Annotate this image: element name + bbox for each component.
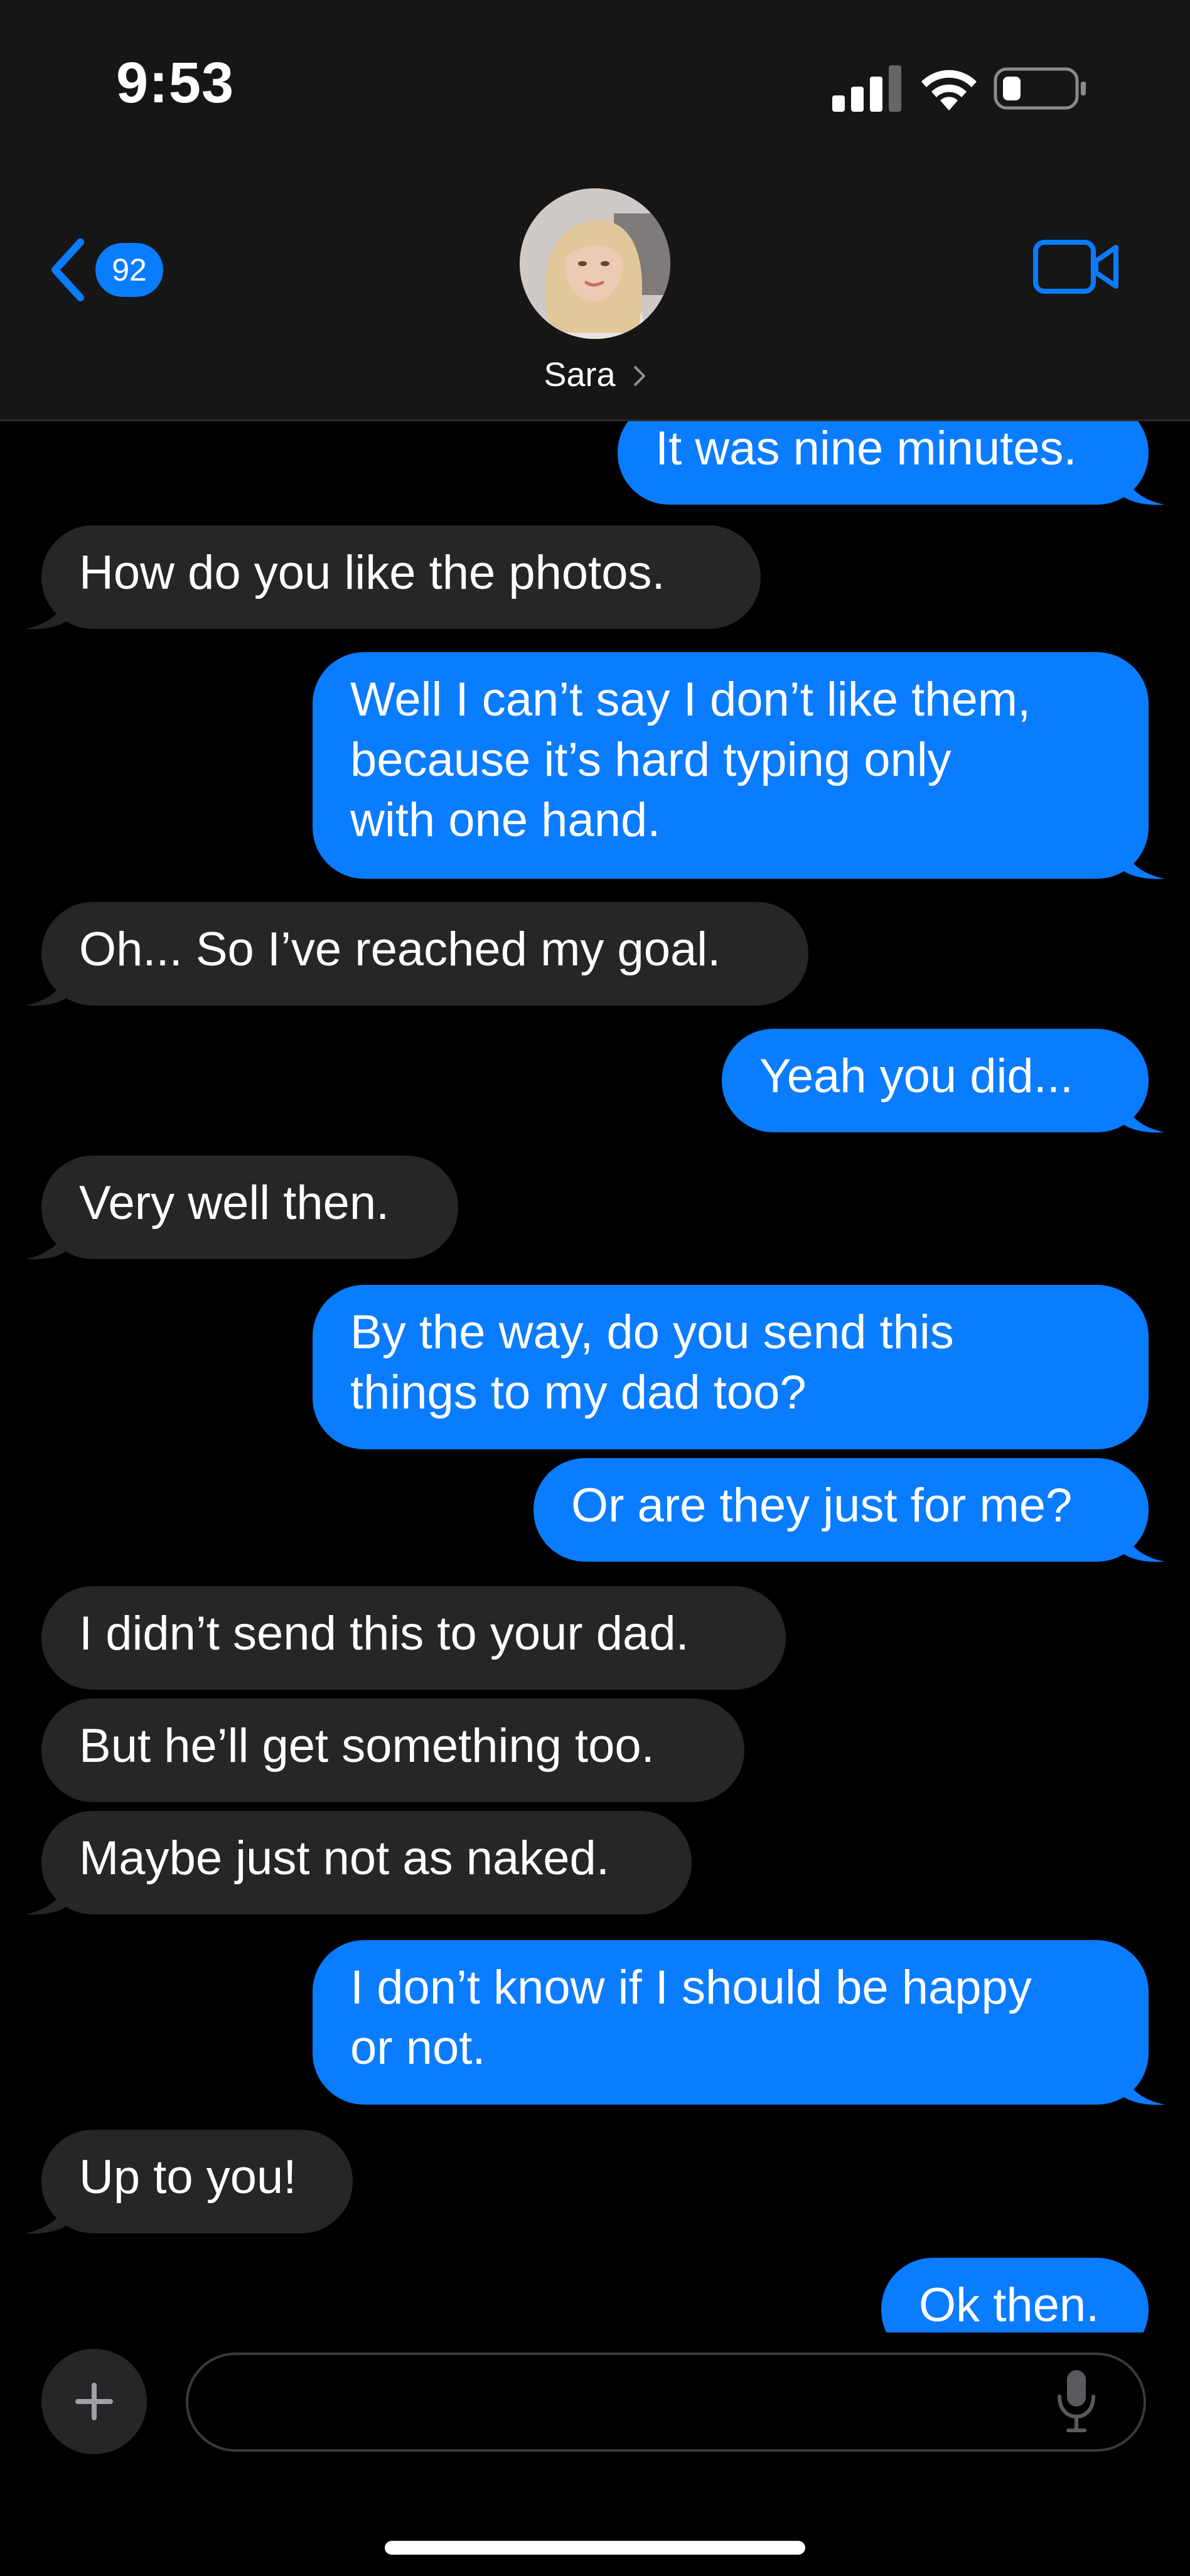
message-input[interactable] — [186, 2353, 1146, 2452]
message-bubble-outgoing[interactable]: I don’t know if I should be happy or not… — [313, 1940, 1149, 2105]
contact-name: Sara — [544, 356, 616, 394]
bubble-tail-incoming — [25, 593, 69, 630]
message-bubble-outgoing[interactable]: Well I can’t say I don’t like them, beca… — [313, 652, 1149, 879]
bubble-tail-incoming — [25, 1878, 69, 1915]
wifi-icon — [921, 70, 977, 110]
bubble-tail-incoming — [25, 969, 69, 1006]
message-bubble-outgoing[interactable]: Yeah you did... — [722, 1029, 1149, 1132]
message-bubble-outgoing[interactable]: By the way, do you send this things to m… — [313, 1285, 1149, 1449]
message-bubble-outgoing[interactable]: Or are they just for me? — [533, 1458, 1149, 1562]
back-button[interactable]: 92 — [49, 232, 174, 308]
message-bubble-incoming[interactable]: How do you like the photos. — [41, 525, 761, 629]
chevron-left-icon — [51, 239, 84, 301]
message-list[interactable]: It was nine minutes. How do you like the… — [0, 421, 1190, 2332]
plus-icon — [75, 2383, 113, 2420]
status-time: 9:53 — [116, 51, 235, 115]
microphone-icon[interactable] — [1054, 2368, 1098, 2437]
message-bubble-incoming[interactable]: Very well then. — [41, 1156, 458, 1259]
chevron-right-icon — [633, 366, 645, 386]
bubble-tail-outgoing — [1121, 468, 1165, 505]
message-bubble-outgoing[interactable]: It was nine minutes. — [618, 421, 1149, 505]
unread-count-badge: 92 — [95, 243, 163, 297]
bubble-tail-outgoing — [1121, 842, 1165, 879]
add-attachment-button[interactable] — [41, 2349, 147, 2454]
battery-icon — [994, 67, 1086, 110]
video-camera-icon — [1033, 240, 1118, 294]
cellular-signal-icon — [832, 65, 901, 112]
contact-name-button[interactable]: Sara — [0, 355, 1190, 394]
message-composer — [0, 2332, 1190, 2576]
bubble-tail-outgoing — [1121, 2068, 1165, 2105]
bubble-tail-incoming — [25, 2197, 69, 2234]
message-bubble-incoming[interactable]: Oh... So I’ve reached my goal. — [41, 902, 808, 1006]
bubble-tail-incoming — [25, 1223, 69, 1260]
home-indicator[interactable] — [385, 2541, 805, 2555]
message-bubble-incoming[interactable]: Up to you! — [41, 2130, 353, 2233]
facetime-video-button[interactable] — [1033, 239, 1121, 298]
bubble-tail-outgoing — [1121, 1096, 1165, 1133]
message-bubble-incoming[interactable]: I didn’t send this to your dad. — [41, 1586, 786, 1690]
contact-avatar[interactable] — [520, 188, 670, 339]
bubble-tail-outgoing — [1121, 1525, 1165, 1562]
message-bubble-outgoing[interactable]: Ok then. — [881, 2258, 1149, 2332]
status-icons — [832, 65, 1086, 112]
message-bubble-incoming[interactable]: But he’ll get something too. — [41, 1699, 744, 1802]
status-bar: 9:53 — [0, 0, 1190, 169]
message-bubble-incoming[interactable]: Maybe just not as naked. — [41, 1811, 692, 1914]
conversation-header: 92 Sara — [0, 169, 1190, 421]
avatar-photo — [520, 188, 670, 339]
